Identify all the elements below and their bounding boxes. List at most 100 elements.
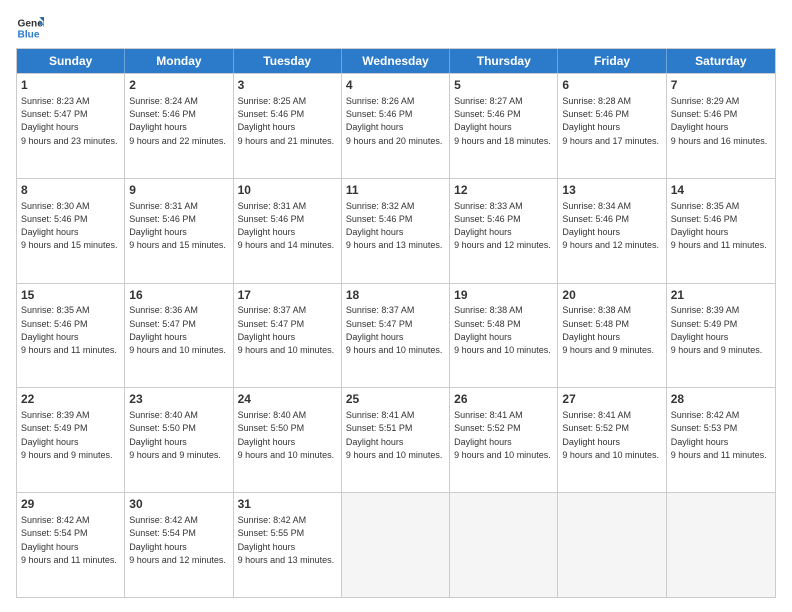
calendar-cell: 30 Sunrise: 8:42 AMSunset: 5:54 PMDayligh… <box>125 493 233 597</box>
cell-info: Sunrise: 8:29 AMSunset: 5:46 PMDaylight … <box>671 96 768 146</box>
day-number: 22 <box>21 391 120 408</box>
cell-info: Sunrise: 8:37 AMSunset: 5:47 PMDaylight … <box>346 305 443 355</box>
day-number: 1 <box>21 77 120 94</box>
calendar-week-4: 22 Sunrise: 8:39 AMSunset: 5:49 PMDayligh… <box>17 387 775 492</box>
header-day-monday: Monday <box>125 49 233 73</box>
cell-info: Sunrise: 8:42 AMSunset: 5:53 PMDaylight … <box>671 410 767 460</box>
calendar-week-3: 15Sunrise: 8:35 AMSunset: 5:46 PMDayligh… <box>17 283 775 388</box>
day-number: 2 <box>129 77 228 94</box>
calendar-cell: 8 Sunrise: 8:30 AMSunset: 5:46 PMDaylight… <box>17 179 125 283</box>
calendar-cell <box>558 493 666 597</box>
day-number: 16 <box>129 287 228 304</box>
day-number: 29 <box>21 496 120 513</box>
day-number: 23 <box>129 391 228 408</box>
cell-info: Sunrise: 8:40 AMSunset: 5:50 PMDaylight … <box>129 410 221 460</box>
cell-info: Sunrise: 8:23 AMSunset: 5:47 PMDaylight … <box>21 96 118 146</box>
calendar-cell: 12 Sunrise: 8:33 AMSunset: 5:46 PMDayligh… <box>450 179 558 283</box>
day-number: 10 <box>238 182 337 199</box>
calendar-cell: 19Sunrise: 8:38 AMSunset: 5:48 PMDayligh… <box>450 284 558 388</box>
day-number: 31 <box>238 496 337 513</box>
page: General Blue SundayMondayTuesdayWednesda… <box>0 0 792 612</box>
calendar-cell: 13 Sunrise: 8:34 AMSunset: 5:46 PMDayligh… <box>558 179 666 283</box>
cell-info: Sunrise: 8:34 AMSunset: 5:46 PMDaylight … <box>562 201 659 251</box>
calendar-cell: 10Sunrise: 8:31 AMSunset: 5:46 PMDayligh… <box>234 179 342 283</box>
cell-info: Sunrise: 8:32 AMSunset: 5:46 PMDaylight … <box>346 201 443 251</box>
day-number: 21 <box>671 287 771 304</box>
calendar-cell: 14 Sunrise: 8:35 AMSunset: 5:46 PMDayligh… <box>667 179 775 283</box>
cell-info: Sunrise: 8:28 AMSunset: 5:46 PMDaylight … <box>562 96 659 146</box>
calendar-week-2: 8 Sunrise: 8:30 AMSunset: 5:46 PMDaylight… <box>17 178 775 283</box>
calendar-cell: 3 Sunrise: 8:25 AMSunset: 5:46 PMDaylight… <box>234 74 342 178</box>
header-day-sunday: Sunday <box>17 49 125 73</box>
cell-info: Sunrise: 8:39 AMSunset: 5:49 PMDaylight … <box>21 410 113 460</box>
cell-info: Sunrise: 8:27 AMSunset: 5:46 PMDaylight … <box>454 96 551 146</box>
calendar-cell <box>450 493 558 597</box>
calendar-cell: 6 Sunrise: 8:28 AMSunset: 5:46 PMDaylight… <box>558 74 666 178</box>
calendar-cell: 5 Sunrise: 8:27 AMSunset: 5:46 PMDaylight… <box>450 74 558 178</box>
day-number: 14 <box>671 182 771 199</box>
calendar: SundayMondayTuesdayWednesdayThursdayFrid… <box>16 48 776 598</box>
header: General Blue <box>16 14 776 42</box>
day-number: 9 <box>129 182 228 199</box>
day-number: 28 <box>671 391 771 408</box>
day-number: 15 <box>21 287 120 304</box>
day-number: 17 <box>238 287 337 304</box>
header-day-saturday: Saturday <box>667 49 775 73</box>
calendar-week-5: 29 Sunrise: 8:42 AMSunset: 5:54 PMDayligh… <box>17 492 775 597</box>
cell-info: Sunrise: 8:42 AMSunset: 5:54 PMDaylight … <box>129 515 226 565</box>
cell-info: Sunrise: 8:40 AMSunset: 5:50 PMDaylight … <box>238 410 335 460</box>
calendar-cell: 26Sunrise: 8:41 AMSunset: 5:52 PMDayligh… <box>450 388 558 492</box>
day-number: 27 <box>562 391 661 408</box>
day-number: 30 <box>129 496 228 513</box>
calendar-cell: 15Sunrise: 8:35 AMSunset: 5:46 PMDayligh… <box>17 284 125 388</box>
calendar-cell: 24 Sunrise: 8:40 AMSunset: 5:50 PMDayligh… <box>234 388 342 492</box>
calendar-cell: 21Sunrise: 8:39 AMSunset: 5:49 PMDayligh… <box>667 284 775 388</box>
day-number: 13 <box>562 182 661 199</box>
cell-info: Sunrise: 8:26 AMSunset: 5:46 PMDaylight … <box>346 96 443 146</box>
calendar-cell: 22 Sunrise: 8:39 AMSunset: 5:49 PMDayligh… <box>17 388 125 492</box>
header-day-tuesday: Tuesday <box>234 49 342 73</box>
day-number: 19 <box>454 287 553 304</box>
calendar-cell: 31Sunrise: 8:42 AMSunset: 5:55 PMDayligh… <box>234 493 342 597</box>
logo-icon: General Blue <box>16 14 44 42</box>
calendar-cell: 11 Sunrise: 8:32 AMSunset: 5:46 PMDayligh… <box>342 179 450 283</box>
day-number: 11 <box>346 182 445 199</box>
calendar-cell: 17Sunrise: 8:37 AMSunset: 5:47 PMDayligh… <box>234 284 342 388</box>
header-day-thursday: Thursday <box>450 49 558 73</box>
cell-info: Sunrise: 8:37 AMSunset: 5:47 PMDaylight … <box>238 305 335 355</box>
cell-info: Sunrise: 8:30 AMSunset: 5:46 PMDaylight … <box>21 201 118 251</box>
day-number: 24 <box>238 391 337 408</box>
calendar-cell: 27 Sunrise: 8:41 AMSunset: 5:52 PMDayligh… <box>558 388 666 492</box>
cell-info: Sunrise: 8:35 AMSunset: 5:46 PMDaylight … <box>671 201 767 251</box>
svg-text:Blue: Blue <box>18 29 40 40</box>
calendar-cell: 9 Sunrise: 8:31 AMSunset: 5:46 PMDaylight… <box>125 179 233 283</box>
day-number: 3 <box>238 77 337 94</box>
day-number: 18 <box>346 287 445 304</box>
header-day-friday: Friday <box>558 49 666 73</box>
cell-info: Sunrise: 8:38 AMSunset: 5:48 PMDaylight … <box>454 305 551 355</box>
day-number: 8 <box>21 182 120 199</box>
calendar-cell: 18Sunrise: 8:37 AMSunset: 5:47 PMDayligh… <box>342 284 450 388</box>
calendar-cell: 29 Sunrise: 8:42 AMSunset: 5:54 PMDayligh… <box>17 493 125 597</box>
header-day-wednesday: Wednesday <box>342 49 450 73</box>
logo: General Blue <box>16 14 48 42</box>
cell-info: Sunrise: 8:25 AMSunset: 5:46 PMDaylight … <box>238 96 335 146</box>
calendar-cell: 1 Sunrise: 8:23 AMSunset: 5:47 PMDaylight… <box>17 74 125 178</box>
day-number: 4 <box>346 77 445 94</box>
calendar-cell: 20Sunrise: 8:38 AMSunset: 5:48 PMDayligh… <box>558 284 666 388</box>
cell-info: Sunrise: 8:38 AMSunset: 5:48 PMDaylight … <box>562 305 654 355</box>
calendar-cell: 28 Sunrise: 8:42 AMSunset: 5:53 PMDayligh… <box>667 388 775 492</box>
cell-info: Sunrise: 8:42 AMSunset: 5:54 PMDaylight … <box>21 515 117 565</box>
cell-info: Sunrise: 8:35 AMSunset: 5:46 PMDaylight … <box>21 305 117 355</box>
calendar-cell: 2Sunrise: 8:24 AMSunset: 5:46 PMDaylight… <box>125 74 233 178</box>
cell-info: Sunrise: 8:41 AMSunset: 5:52 PMDaylight … <box>454 410 551 460</box>
day-number: 12 <box>454 182 553 199</box>
cell-info: Sunrise: 8:41 AMSunset: 5:52 PMDaylight … <box>562 410 659 460</box>
cell-info: Sunrise: 8:41 AMSunset: 5:51 PMDaylight … <box>346 410 443 460</box>
day-number: 5 <box>454 77 553 94</box>
cell-info: Sunrise: 8:33 AMSunset: 5:46 PMDaylight … <box>454 201 551 251</box>
cell-info: Sunrise: 8:31 AMSunset: 5:46 PMDaylight … <box>129 201 226 251</box>
day-number: 7 <box>671 77 771 94</box>
day-number: 6 <box>562 77 661 94</box>
calendar-cell: 25Sunrise: 8:41 AMSunset: 5:51 PMDayligh… <box>342 388 450 492</box>
